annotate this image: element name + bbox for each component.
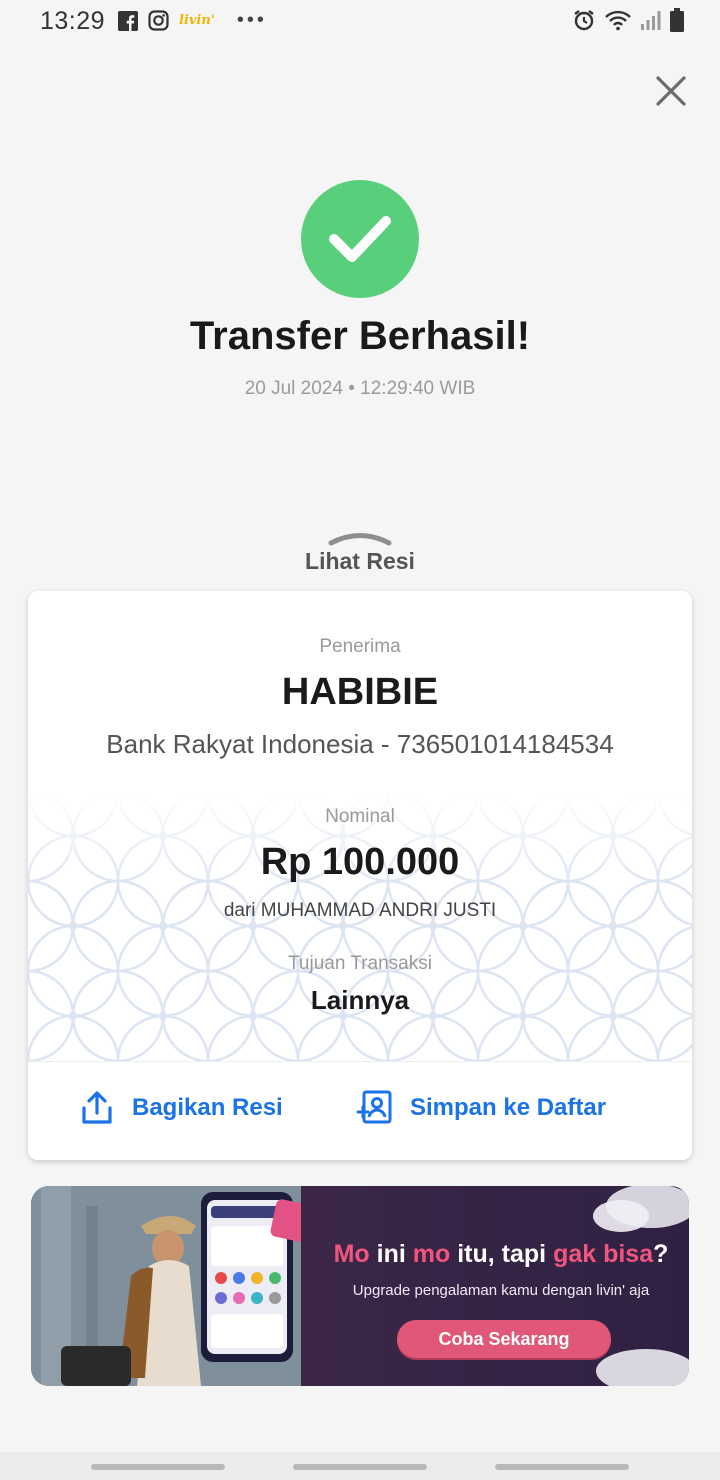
recipient-label: Penerima (319, 636, 401, 657)
cloud-decoration (593, 1186, 689, 1232)
success-badge (301, 180, 419, 298)
batik-pattern (28, 791, 692, 1061)
system-nav-bar (0, 1452, 720, 1480)
battery-icon (670, 8, 684, 32)
status-bar: 13:29 livin' ••• (0, 0, 720, 44)
checkmark-icon (329, 216, 391, 262)
wifi-icon (604, 9, 632, 31)
recipient-bank-account: Bank Rakyat Indonesia - 736501014184534 (106, 729, 614, 759)
system-icons (572, 8, 684, 32)
amount-value: Rp 100.000 (260, 841, 460, 883)
close-icon (656, 76, 686, 106)
cloud-decoration-bottom (596, 1349, 689, 1386)
share-receipt-button[interactable]: Bagikan Resi (80, 1090, 283, 1126)
add-contact-icon (356, 1090, 392, 1124)
share-icon (82, 1091, 112, 1124)
alarm-icon (572, 8, 596, 32)
nav-recents[interactable] (91, 1464, 225, 1470)
page-title: Transfer Berhasil! (189, 314, 531, 358)
banner-photo (31, 1186, 316, 1386)
amount-label: Nominal (325, 806, 395, 827)
transaction-timestamp: 20 Jul 2024 • 12:29:40 WIB (244, 378, 476, 399)
purpose-value: Lainnya (310, 985, 410, 1015)
chevron-up-icon (328, 533, 392, 546)
banner-subline: Upgrade pengalaman kamu dengan livin' aj… (352, 1282, 650, 1299)
livin-app-icon: livin' (179, 13, 215, 28)
nav-home[interactable] (293, 1464, 427, 1470)
receipt-toggle-handle[interactable] (327, 530, 393, 546)
promo-banner[interactable]: Mo ini mo itu, tapi gak bisa? Upgrade pe… (31, 1186, 689, 1386)
notification-icons: livin' ••• (118, 9, 267, 32)
purpose-label: Tujuan Transaksi (288, 953, 432, 974)
signal-icon (640, 9, 662, 31)
nav-back[interactable] (495, 1464, 629, 1470)
save-to-list-label: Simpan ke Daftar (410, 1094, 607, 1121)
facebook-icon (118, 10, 138, 31)
instagram-icon (148, 10, 169, 31)
try-now-button[interactable]: Coba Sekarang (397, 1320, 611, 1358)
recipient-name: HABIBIE (281, 671, 439, 713)
more-notifications-icon: ••• (236, 9, 267, 31)
close-button[interactable] (654, 74, 688, 108)
receipt-actions: Bagikan Resi Simpan ke Daftar (28, 1062, 692, 1160)
view-receipt-label[interactable]: Lihat Resi (0, 548, 720, 575)
status-time: 13:29 (40, 7, 106, 35)
receipt-card: Penerima HABIBIE Bank Rakyat Indonesia -… (28, 591, 692, 1160)
save-to-list-button[interactable]: Simpan ke Daftar (356, 1090, 606, 1126)
sender-name: dari MUHAMMAD ANDRI JUSTI (223, 900, 497, 921)
share-receipt-label: Bagikan Resi (132, 1094, 283, 1121)
